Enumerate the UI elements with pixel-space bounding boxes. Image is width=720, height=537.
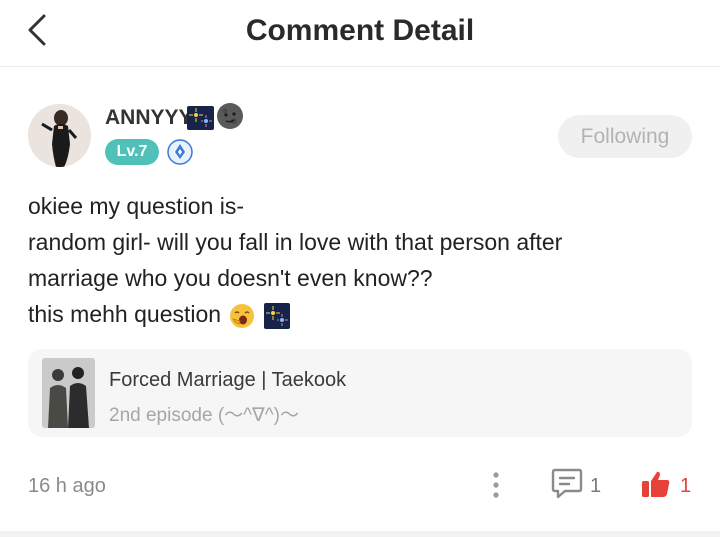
page-title: Comment Detail <box>245 14 475 47</box>
comment-line: this mehh question <box>28 296 698 332</box>
blue-rank-badge-icon <box>167 139 193 165</box>
comment-bubble-icon <box>551 468 583 499</box>
fireworks-emoji-icon <box>263 302 290 329</box>
avatar[interactable] <box>28 104 91 167</box>
reply-count: 1 <box>590 475 602 497</box>
yawning-face-emoji-icon <box>229 303 255 329</box>
following-button[interactable]: Following <box>558 115 692 158</box>
story-episode: 2nd episode (〜^∇^)〜 <box>109 405 300 426</box>
header: Comment Detail <box>0 0 720 67</box>
comment-body: okiee my question is- random girl- will … <box>28 188 698 332</box>
timestamp: 16 h ago <box>28 475 106 497</box>
story-cover-image <box>42 358 95 428</box>
new-moon-face-emoji-icon <box>216 102 244 130</box>
author-name[interactable]: ANNYYY <box>105 106 193 130</box>
more-options-button[interactable] <box>484 469 508 501</box>
like-count: 1 <box>680 475 692 497</box>
story-title: Forced Marriage | Taekook <box>109 369 347 391</box>
thumbs-up-icon <box>642 471 670 497</box>
reply-button[interactable] <box>550 466 584 500</box>
comment-line: random girl- will you fall in love with … <box>28 229 563 255</box>
fireworks-emoji-icon <box>187 106 214 130</box>
level-badge: Lv.7 <box>105 139 159 165</box>
comment-line: marriage who you doesn't even know?? <box>28 265 433 291</box>
more-vertical-icon <box>493 472 499 498</box>
like-button[interactable] <box>640 468 672 500</box>
bottom-divider <box>0 531 720 537</box>
comment-line: okiee my question is- <box>28 193 245 219</box>
story-card[interactable]: Forced Marriage | Taekook 2nd episode (〜… <box>28 349 692 437</box>
comment-line-text: this mehh question <box>28 301 222 327</box>
